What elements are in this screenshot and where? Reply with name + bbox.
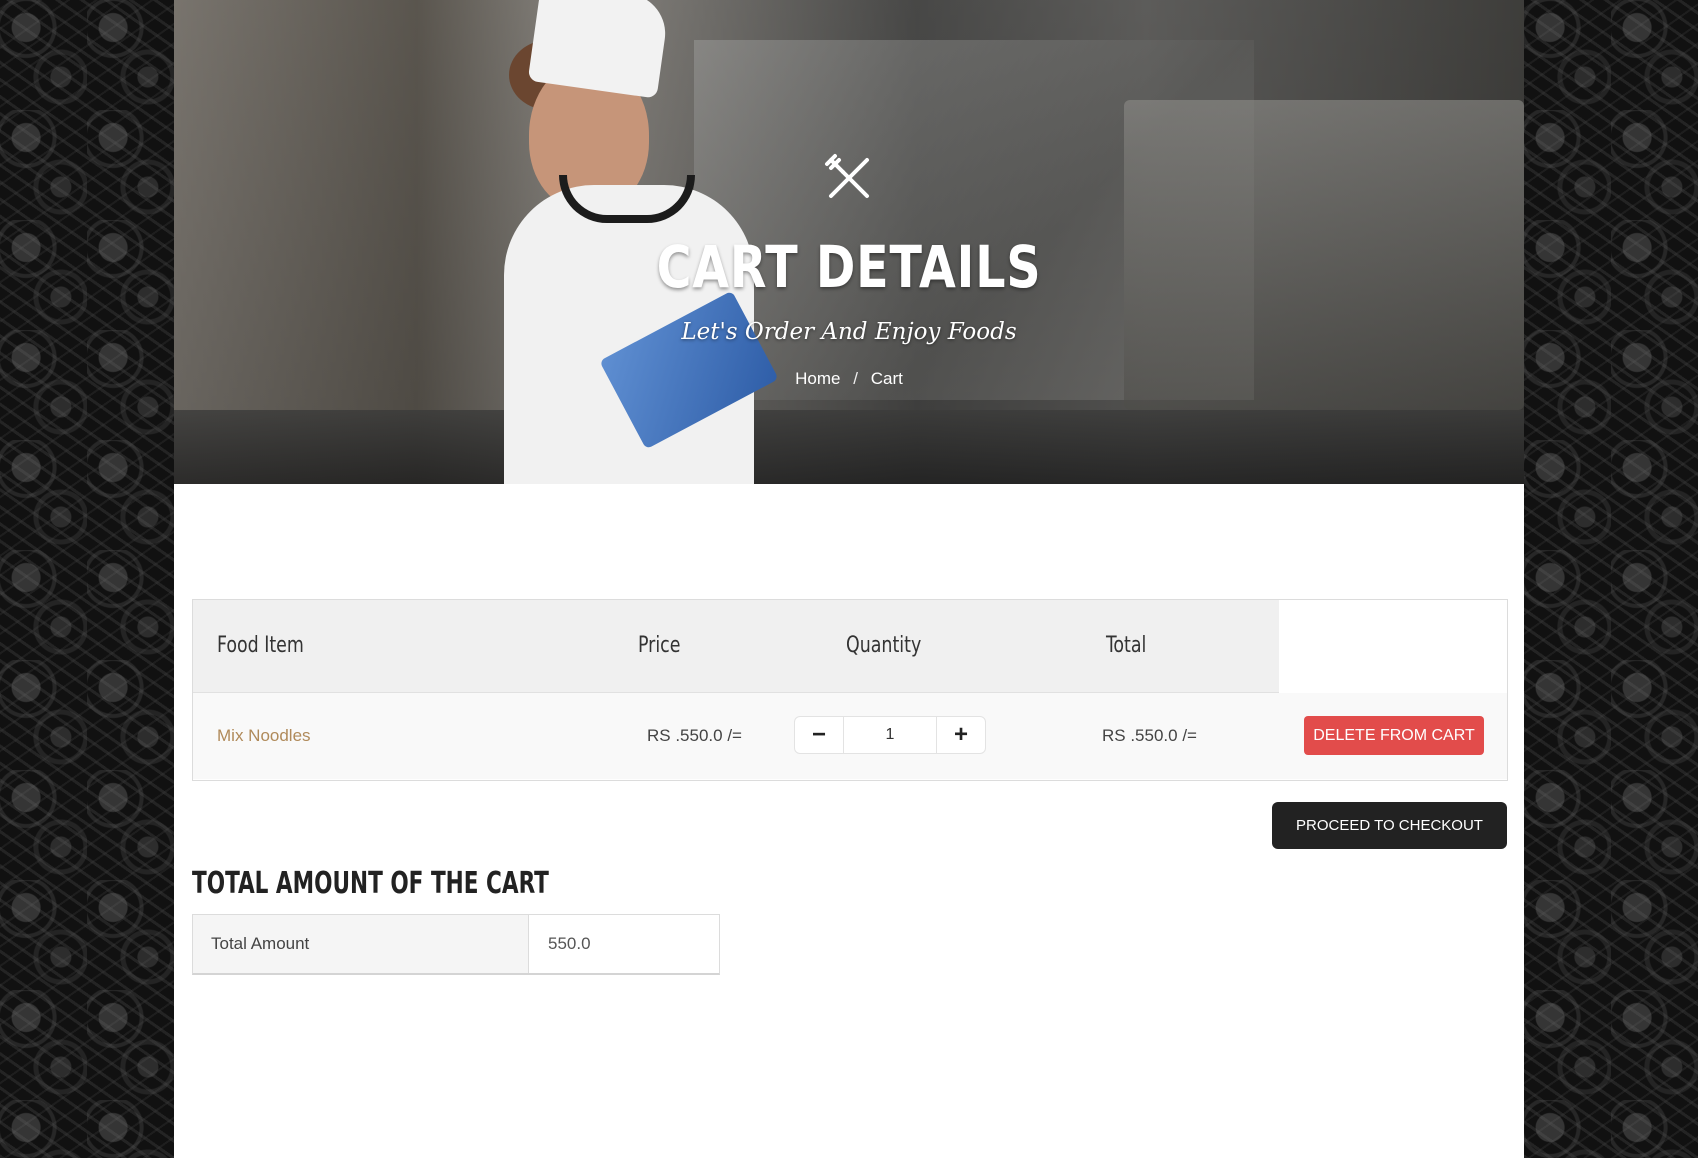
delete-from-cart-button[interactable]: DELETE FROM CART xyxy=(1304,716,1484,755)
total-amount-value: 550.0 xyxy=(548,934,591,953)
hero-content: CART DETAILS Let's Order And Enjoy Foods… xyxy=(174,150,1524,389)
minus-icon[interactable]: − xyxy=(795,717,844,753)
breadcrumb-home-link[interactable]: Home xyxy=(795,369,840,388)
breadcrumb: Home / Cart xyxy=(174,369,1524,389)
cutlery-icon xyxy=(825,154,869,198)
column-header-price: Price xyxy=(638,633,681,658)
column-header-food-item: Food Item xyxy=(217,633,304,658)
breadcrumb-current: Cart xyxy=(870,369,903,388)
total-amount-label: Total Amount xyxy=(193,915,529,973)
hero-banner: CART DETAILS Let's Order And Enjoy Foods… xyxy=(174,0,1524,484)
page-subtitle: Let's Order And Enjoy Foods xyxy=(681,319,1017,345)
cart-item-name[interactable]: Mix Noodles xyxy=(217,693,311,779)
cart-table: Food Item Price Quantity Total Mix Noodl… xyxy=(192,599,1508,781)
breadcrumb-separator: / xyxy=(853,369,858,388)
column-header-total: Total xyxy=(1106,633,1147,658)
table-row: Mix Noodles RS .550.0 /= − + RS .550.0 /… xyxy=(193,693,1507,779)
plus-icon[interactable]: + xyxy=(936,717,985,753)
proceed-to-checkout-button[interactable]: PROCEED TO CHECKOUT xyxy=(1272,802,1507,849)
cart-item-total: RS .550.0 /= xyxy=(1102,726,1197,745)
quantity-input[interactable] xyxy=(844,717,936,753)
page-title: CART DETAILS xyxy=(656,233,1042,301)
quantity-stepper: − + xyxy=(794,716,986,754)
cart-table-header: Food Item Price Quantity Total xyxy=(193,600,1279,693)
cart-total-table: Total Amount 550.0 xyxy=(192,914,720,975)
column-header-quantity: Quantity xyxy=(846,633,922,658)
background-pattern-left xyxy=(0,0,174,1158)
cart-total-heading: TOTAL AMOUNT OF THE CART xyxy=(192,866,549,901)
cart-item-price: RS .550.0 /= xyxy=(647,726,742,745)
background-pattern-right xyxy=(1524,0,1698,1158)
page-container: CART DETAILS Let's Order And Enjoy Foods… xyxy=(174,0,1524,1158)
